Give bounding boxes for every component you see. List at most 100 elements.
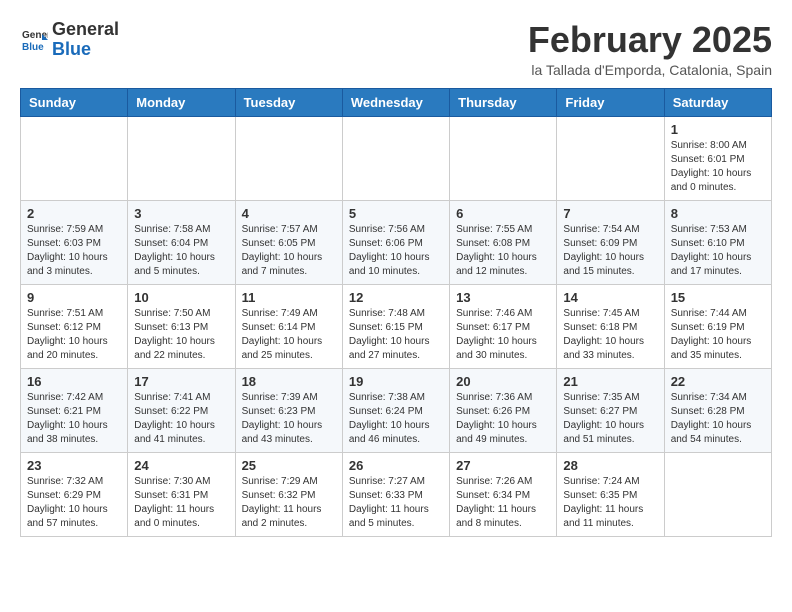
day-number: 22 xyxy=(671,374,765,389)
logo: General Blue General Blue xyxy=(20,20,119,60)
day-number: 17 xyxy=(134,374,228,389)
day-info: Sunrise: 7:27 AM Sunset: 6:33 PM Dayligh… xyxy=(349,475,443,531)
day-info: Sunrise: 7:56 AM Sunset: 6:06 PM Dayligh… xyxy=(349,223,443,279)
calendar-cell: 11 Sunrise: 7:49 AM Sunset: 6:14 PM Dayli… xyxy=(235,284,342,368)
day-info: Sunrise: 7:59 AM Sunset: 6:03 PM Dayligh… xyxy=(27,223,121,279)
day-number: 16 xyxy=(27,374,121,389)
day-number: 8 xyxy=(671,206,765,221)
calendar-cell: 2Sunrise: 7:59 AM Sunset: 6:03 PM Daylig… xyxy=(21,200,128,284)
weekday-header-monday: Monday xyxy=(128,88,235,116)
calendar-table: SundayMondayTuesdayWednesdayThursdayFrid… xyxy=(20,88,772,537)
page-header: General Blue General Blue February 2025 … xyxy=(20,20,772,78)
day-info: Sunrise: 7:42 AM Sunset: 6:21 PM Dayligh… xyxy=(27,391,121,447)
day-info: Sunrise: 7:44 AM Sunset: 6:19 PM Dayligh… xyxy=(671,307,765,363)
day-number: 4 xyxy=(242,206,336,221)
day-number: 26 xyxy=(349,458,443,473)
logo-text-general: General xyxy=(52,20,119,40)
day-info: Sunrise: 7:49 AM Sunset: 6:14 PM Dayligh… xyxy=(242,307,336,363)
calendar-cell: 16 Sunrise: 7:42 AM Sunset: 6:21 PM Dayli… xyxy=(21,368,128,452)
weekday-header-thursday: Thursday xyxy=(450,88,557,116)
calendar-cell xyxy=(557,116,664,200)
svg-text:Blue: Blue xyxy=(22,42,44,53)
calendar-cell: 9 Sunrise: 7:51 AM Sunset: 6:12 PM Daylig… xyxy=(21,284,128,368)
day-number: 25 xyxy=(242,458,336,473)
day-number: 1 xyxy=(671,122,765,137)
day-number: 18 xyxy=(242,374,336,389)
day-info: Sunrise: 7:39 AM Sunset: 6:23 PM Dayligh… xyxy=(242,391,336,447)
weekday-header-tuesday: Tuesday xyxy=(235,88,342,116)
day-info: Sunrise: 7:46 AM Sunset: 6:17 PM Dayligh… xyxy=(456,307,550,363)
day-info: Sunrise: 7:55 AM Sunset: 6:08 PM Dayligh… xyxy=(456,223,550,279)
calendar-week-3: 9 Sunrise: 7:51 AM Sunset: 6:12 PM Daylig… xyxy=(21,284,772,368)
calendar-cell: 12 Sunrise: 7:48 AM Sunset: 6:15 PM Dayli… xyxy=(342,284,449,368)
calendar-cell: 23 Sunrise: 7:32 AM Sunset: 6:29 PM Dayli… xyxy=(21,452,128,536)
calendar-cell: 25 Sunrise: 7:29 AM Sunset: 6:32 PM Dayli… xyxy=(235,452,342,536)
logo-text-blue: Blue xyxy=(52,40,119,60)
day-number: 21 xyxy=(563,374,657,389)
weekday-header-sunday: Sunday xyxy=(21,88,128,116)
day-number: 6 xyxy=(456,206,550,221)
day-info: Sunrise: 7:24 AM Sunset: 6:35 PM Dayligh… xyxy=(563,475,657,531)
day-info: Sunrise: 7:53 AM Sunset: 6:10 PM Dayligh… xyxy=(671,223,765,279)
weekday-header-friday: Friday xyxy=(557,88,664,116)
calendar-cell: 13Sunrise: 7:46 AM Sunset: 6:17 PM Dayli… xyxy=(450,284,557,368)
calendar-cell: 19 Sunrise: 7:38 AM Sunset: 6:24 PM Dayli… xyxy=(342,368,449,452)
calendar-cell: 1Sunrise: 8:00 AM Sunset: 6:01 PM Daylig… xyxy=(664,116,771,200)
day-number: 15 xyxy=(671,290,765,305)
day-info: Sunrise: 7:26 AM Sunset: 6:34 PM Dayligh… xyxy=(456,475,550,531)
day-number: 20 xyxy=(456,374,550,389)
day-number: 28 xyxy=(563,458,657,473)
calendar-header-row: SundayMondayTuesdayWednesdayThursdayFrid… xyxy=(21,88,772,116)
weekday-header-saturday: Saturday xyxy=(664,88,771,116)
calendar-cell: 17Sunrise: 7:41 AM Sunset: 6:22 PM Dayli… xyxy=(128,368,235,452)
day-info: Sunrise: 7:48 AM Sunset: 6:15 PM Dayligh… xyxy=(349,307,443,363)
calendar-cell: 4Sunrise: 7:57 AM Sunset: 6:05 PM Daylig… xyxy=(235,200,342,284)
day-number: 9 xyxy=(27,290,121,305)
calendar-cell: 20 Sunrise: 7:36 AM Sunset: 6:26 PM Dayli… xyxy=(450,368,557,452)
day-number: 24 xyxy=(134,458,228,473)
calendar-week-1: 1Sunrise: 8:00 AM Sunset: 6:01 PM Daylig… xyxy=(21,116,772,200)
calendar-week-2: 2Sunrise: 7:59 AM Sunset: 6:03 PM Daylig… xyxy=(21,200,772,284)
day-info: Sunrise: 7:35 AM Sunset: 6:27 PM Dayligh… xyxy=(563,391,657,447)
calendar-cell: 18 Sunrise: 7:39 AM Sunset: 6:23 PM Dayli… xyxy=(235,368,342,452)
day-info: Sunrise: 7:54 AM Sunset: 6:09 PM Dayligh… xyxy=(563,223,657,279)
calendar-cell: 21 Sunrise: 7:35 AM Sunset: 6:27 PM Dayli… xyxy=(557,368,664,452)
calendar-body: 1Sunrise: 8:00 AM Sunset: 6:01 PM Daylig… xyxy=(21,116,772,536)
location-subtitle: la Tallada d'Emporda, Catalonia, Spain xyxy=(528,62,772,78)
day-number: 12 xyxy=(349,290,443,305)
calendar-cell: 7 Sunrise: 7:54 AM Sunset: 6:09 PM Daylig… xyxy=(557,200,664,284)
calendar-cell xyxy=(664,452,771,536)
weekday-header-wednesday: Wednesday xyxy=(342,88,449,116)
day-number: 23 xyxy=(27,458,121,473)
calendar-cell: 28 Sunrise: 7:24 AM Sunset: 6:35 PM Dayli… xyxy=(557,452,664,536)
day-info: Sunrise: 7:45 AM Sunset: 6:18 PM Dayligh… xyxy=(563,307,657,363)
day-info: Sunrise: 7:29 AM Sunset: 6:32 PM Dayligh… xyxy=(242,475,336,531)
calendar-week-4: 16 Sunrise: 7:42 AM Sunset: 6:21 PM Dayli… xyxy=(21,368,772,452)
day-info: Sunrise: 7:36 AM Sunset: 6:26 PM Dayligh… xyxy=(456,391,550,447)
calendar-cell: 26 Sunrise: 7:27 AM Sunset: 6:33 PM Dayli… xyxy=(342,452,449,536)
logo-icon: General Blue xyxy=(20,26,48,54)
calendar-cell: 24Sunrise: 7:30 AM Sunset: 6:31 PM Dayli… xyxy=(128,452,235,536)
calendar-cell: 6 Sunrise: 7:55 AM Sunset: 6:08 PM Daylig… xyxy=(450,200,557,284)
calendar-cell xyxy=(342,116,449,200)
day-number: 10 xyxy=(134,290,228,305)
day-number: 5 xyxy=(349,206,443,221)
day-number: 11 xyxy=(242,290,336,305)
day-number: 3 xyxy=(134,206,228,221)
calendar-week-5: 23 Sunrise: 7:32 AM Sunset: 6:29 PM Dayli… xyxy=(21,452,772,536)
calendar-cell: 3 Sunrise: 7:58 AM Sunset: 6:04 PM Daylig… xyxy=(128,200,235,284)
calendar-cell xyxy=(450,116,557,200)
day-info: Sunrise: 7:51 AM Sunset: 6:12 PM Dayligh… xyxy=(27,307,121,363)
day-number: 14 xyxy=(563,290,657,305)
calendar-cell: 8 Sunrise: 7:53 AM Sunset: 6:10 PM Daylig… xyxy=(664,200,771,284)
title-block: February 2025 la Tallada d'Emporda, Cata… xyxy=(528,20,772,78)
day-number: 19 xyxy=(349,374,443,389)
calendar-cell xyxy=(21,116,128,200)
day-info: Sunrise: 7:58 AM Sunset: 6:04 PM Dayligh… xyxy=(134,223,228,279)
day-info: Sunrise: 7:50 AM Sunset: 6:13 PM Dayligh… xyxy=(134,307,228,363)
day-info: Sunrise: 7:38 AM Sunset: 6:24 PM Dayligh… xyxy=(349,391,443,447)
day-number: 7 xyxy=(563,206,657,221)
calendar-cell: 14 Sunrise: 7:45 AM Sunset: 6:18 PM Dayli… xyxy=(557,284,664,368)
day-info: Sunrise: 7:32 AM Sunset: 6:29 PM Dayligh… xyxy=(27,475,121,531)
calendar-cell: 22Sunrise: 7:34 AM Sunset: 6:28 PM Dayli… xyxy=(664,368,771,452)
